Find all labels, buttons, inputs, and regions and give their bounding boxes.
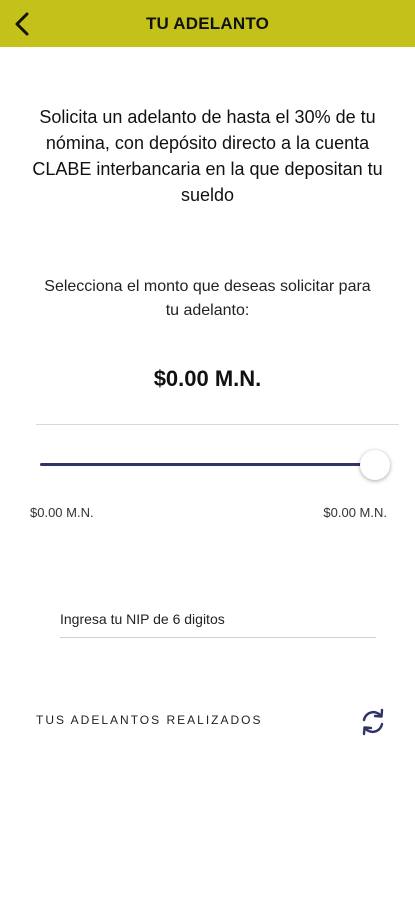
slider-min-label: $0.00 M.N. <box>30 505 94 520</box>
back-button[interactable] <box>4 6 40 42</box>
app-header: TU ADELANTO <box>0 0 415 47</box>
intro-text: Solicita un adelanto de hasta el 30% de … <box>32 107 383 205</box>
page-title: TU ADELANTO <box>145 13 270 33</box>
nip-input[interactable] <box>60 600 376 638</box>
advance-screen: TU ADELANTO Solicita un adelanto de hast… <box>0 0 415 900</box>
slider-max-label: $0.00 M.N. <box>323 505 387 520</box>
amount-prompt: Selecciona el monto que deseas solicitar… <box>44 278 371 319</box>
slider-track[interactable] <box>40 463 376 466</box>
chevron-left-icon <box>15 12 29 36</box>
slider-thumb[interactable] <box>360 450 390 480</box>
selected-amount: $0.00 M.N. <box>153 366 262 391</box>
history-section-label: TUS ADELANTOS REALIZADOS <box>36 713 263 727</box>
refresh-icon <box>362 708 384 736</box>
amount-slider[interactable] <box>40 446 390 486</box>
refresh-button[interactable] <box>356 705 390 739</box>
divider <box>36 424 399 425</box>
